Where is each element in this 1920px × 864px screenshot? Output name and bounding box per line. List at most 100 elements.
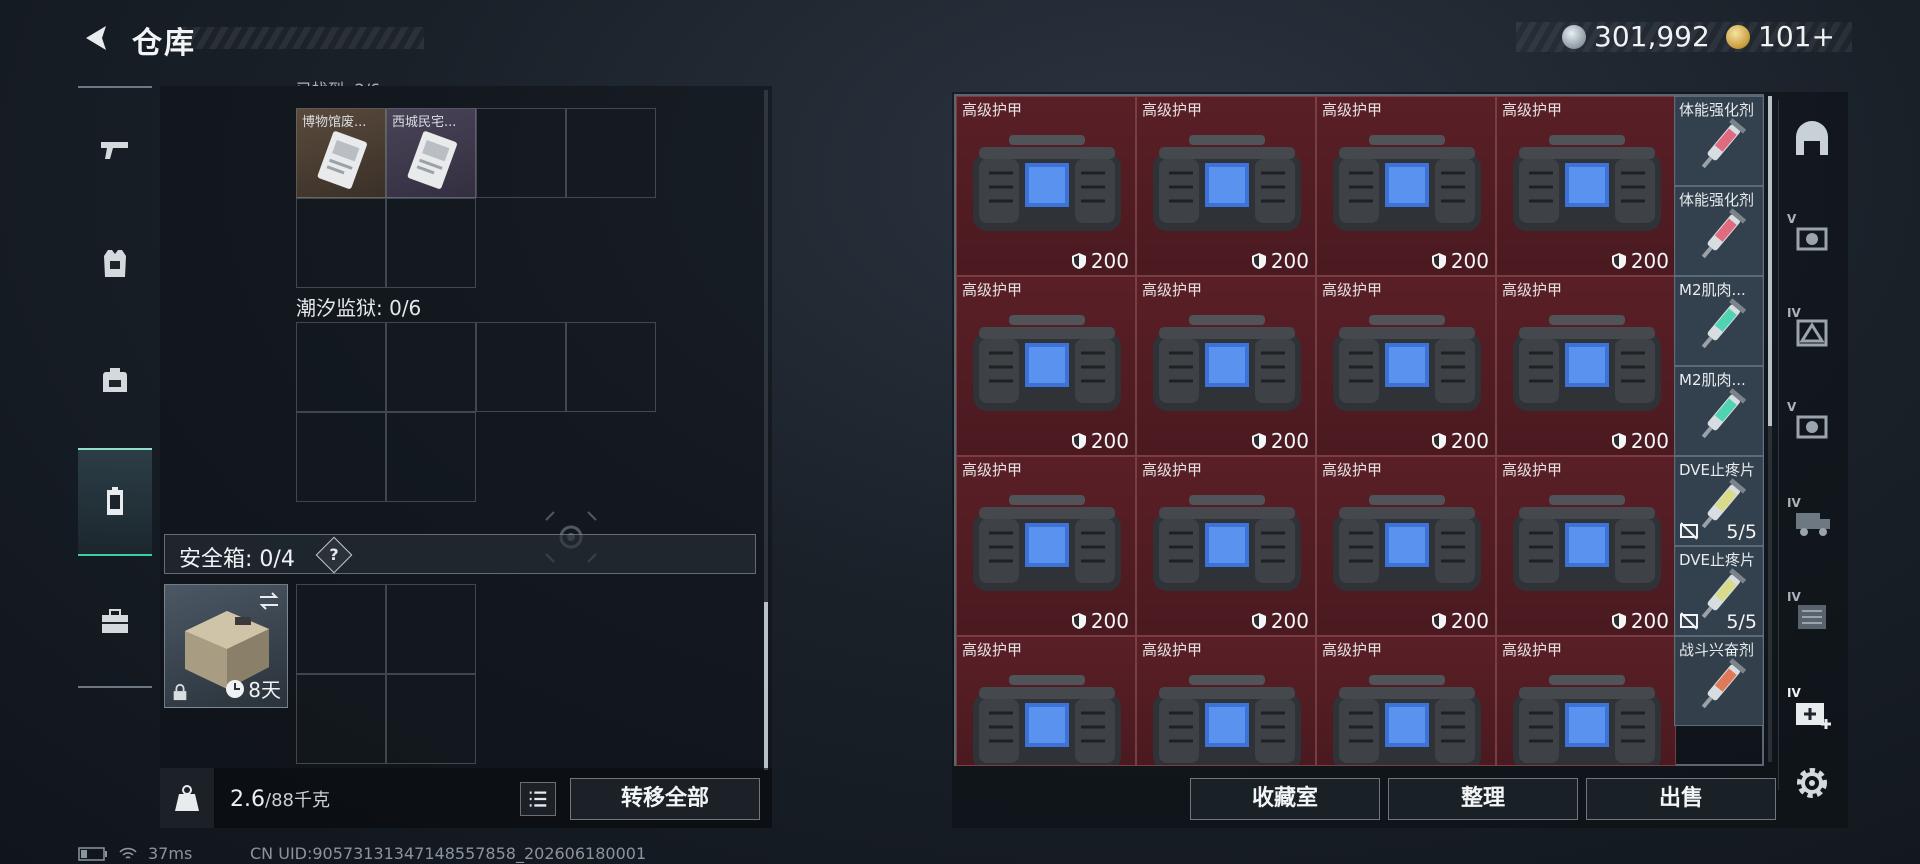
empty-grid-slot[interactable] [386, 322, 476, 412]
empty-grid-slot[interactable] [566, 322, 656, 412]
empty-grid-slot[interactable] [296, 674, 386, 764]
armor-bag-icon [1153, 495, 1301, 591]
empty-grid-slot[interactable] [386, 412, 476, 502]
item-name: 高级护甲 [1142, 281, 1203, 299]
stash-consumable-item[interactable]: 战斗兴奋剂 [1674, 636, 1764, 726]
stash-armor-item[interactable]: 高级护甲 200 [1136, 456, 1316, 636]
empty-grid-slot[interactable] [296, 584, 386, 674]
stash-armor-item[interactable]: 高级护甲 [1496, 636, 1676, 766]
toolbox-icon [102, 609, 128, 633]
durability-value: 200 [1630, 429, 1669, 453]
tool-truck-iv[interactable]: IV [1787, 496, 1837, 546]
collection-room-button[interactable]: 收藏室 [1190, 778, 1380, 820]
stash-armor-item[interactable]: 高级护甲 [1136, 636, 1316, 766]
stash-consumable-item[interactable]: DVE止疼片 5/5 [1674, 456, 1764, 546]
empty-grid-slot[interactable] [386, 674, 476, 764]
empty-grid-slot[interactable] [296, 412, 386, 502]
safebox-item[interactable]: 8天 [164, 584, 288, 708]
found-item-slot[interactable]: 博物馆废... [296, 108, 386, 198]
stash-armor-item[interactable]: 高级护甲 200 [1136, 96, 1316, 276]
item-name: 高级护甲 [1502, 101, 1563, 119]
armor-bag-icon [1153, 135, 1301, 231]
empty-grid-slot[interactable] [566, 108, 656, 198]
durability-readout: 200 [1071, 609, 1129, 633]
stash-scrollbar[interactable] [1768, 96, 1772, 762]
empty-grid-slot[interactable] [476, 322, 566, 412]
tool-triangle-iv[interactable]: IV [1787, 306, 1837, 356]
stash-armor-item[interactable]: 高级护甲 200 [1316, 276, 1496, 456]
days-text: 8天 [248, 678, 281, 702]
item-name: 高级护甲 [962, 281, 1023, 299]
stash-consumable-item[interactable]: 体能强化剂 [1674, 96, 1764, 186]
nav-backpack[interactable] [78, 326, 152, 434]
settings-button[interactable] [1787, 758, 1837, 808]
empty-grid-slot[interactable] [476, 108, 566, 198]
safebox-label: 安全箱: 0/4 [179, 547, 295, 572]
ping-text: 37ms [148, 844, 193, 863]
stash-armor-item[interactable]: 高级护甲 [1316, 636, 1496, 766]
scrollbar-thumb[interactable] [764, 602, 768, 770]
transfer-all-button[interactable]: 转移全部 [570, 778, 760, 820]
durability-value: 200 [1450, 429, 1489, 453]
uid-text: CN UID:90573131347148557858_202606180001 [250, 844, 647, 863]
stash-armor-item[interactable]: 高级护甲 200 [956, 456, 1136, 636]
tool-shelter[interactable] [1787, 116, 1837, 166]
empty-grid-slot[interactable] [386, 584, 476, 674]
stash-armor-item[interactable]: 高级护甲 200 [1316, 96, 1496, 276]
gold-currency[interactable]: 101+ [1726, 20, 1835, 53]
durability-readout: 200 [1431, 609, 1489, 633]
tool-camera-v[interactable]: V [1787, 400, 1837, 450]
nav-weapons[interactable] [78, 96, 152, 204]
empty-grid-slot[interactable] [296, 322, 386, 412]
item-name: 高级护甲 [1502, 461, 1563, 479]
tool-camera-v[interactable]: V [1787, 212, 1837, 262]
stash-armor-item[interactable]: 高级护甲 200 [956, 96, 1136, 276]
sort-button[interactable]: 整理 [1388, 778, 1578, 820]
battery-icon [78, 846, 107, 861]
list-view-button[interactable] [520, 782, 556, 816]
back-arrow-icon [86, 26, 106, 50]
top-bar: 仓库 301,992 101+ [0, 0, 1920, 80]
stash-armor-item[interactable]: 高级护甲 [956, 636, 1136, 766]
empty-grid-slot[interactable] [386, 198, 476, 288]
stash-armor-item[interactable]: 高级护甲 200 [1496, 456, 1676, 636]
stack-count: 5/5 [1726, 611, 1757, 633]
back-button[interactable] [78, 20, 114, 56]
sell-button[interactable]: 出售 [1586, 778, 1776, 820]
container-scrollbar[interactable] [764, 90, 768, 770]
tier-label: IV [1787, 590, 1801, 604]
found-item-slot[interactable]: 西城民宅... [386, 108, 476, 198]
stash-armor-item[interactable]: 高级护甲 200 [1496, 96, 1676, 276]
weight-bar: 2.6/88千克 转移全部 [160, 768, 772, 828]
silver-amount: 301,992 [1594, 20, 1710, 53]
scrollbar-thumb[interactable] [1768, 96, 1772, 426]
tool-building-iv[interactable]: IV [1787, 590, 1837, 640]
stash-consumable-item[interactable]: M2肌肉... [1674, 276, 1764, 366]
tier-label: IV [1787, 306, 1801, 320]
stash-consumable-item[interactable]: 体能强化剂 [1674, 186, 1764, 276]
swap-icon[interactable] [257, 589, 281, 613]
stash-armor-item[interactable]: 高级护甲 200 [1136, 276, 1316, 456]
stash-armor-item[interactable]: 高级护甲 200 [956, 276, 1136, 456]
item-name: 高级护甲 [1322, 281, 1383, 299]
tool-medkit-iv[interactable]: IV [1787, 686, 1837, 736]
stash-armor-item[interactable]: 高级护甲 200 [1316, 456, 1496, 636]
item-name: 高级护甲 [962, 641, 1023, 659]
stash-consumable-item[interactable]: M2肌肉... [1674, 366, 1764, 456]
item-name: 高级护甲 [1502, 641, 1563, 659]
empty-grid-slot[interactable] [296, 198, 386, 288]
durability-readout: 200 [1251, 609, 1309, 633]
armor-bag-icon [1333, 495, 1481, 591]
silver-currency[interactable]: 301,992 [1562, 20, 1710, 53]
durability-shield-icon [1611, 613, 1626, 629]
nav-armor[interactable] [78, 210, 152, 318]
nav-pouch[interactable] [78, 448, 152, 556]
document-bag-icon [317, 131, 367, 189]
nav-toolbox[interactable] [78, 568, 152, 676]
help-button[interactable]: ? [315, 536, 353, 574]
durability-shield-icon [1431, 433, 1446, 449]
durability-shield-icon [1071, 613, 1086, 629]
pouch-icon [107, 487, 123, 515]
stash-consumable-item[interactable]: DVE止疼片 5/5 [1674, 546, 1764, 636]
stash-armor-item[interactable]: 高级护甲 200 [1496, 276, 1676, 456]
